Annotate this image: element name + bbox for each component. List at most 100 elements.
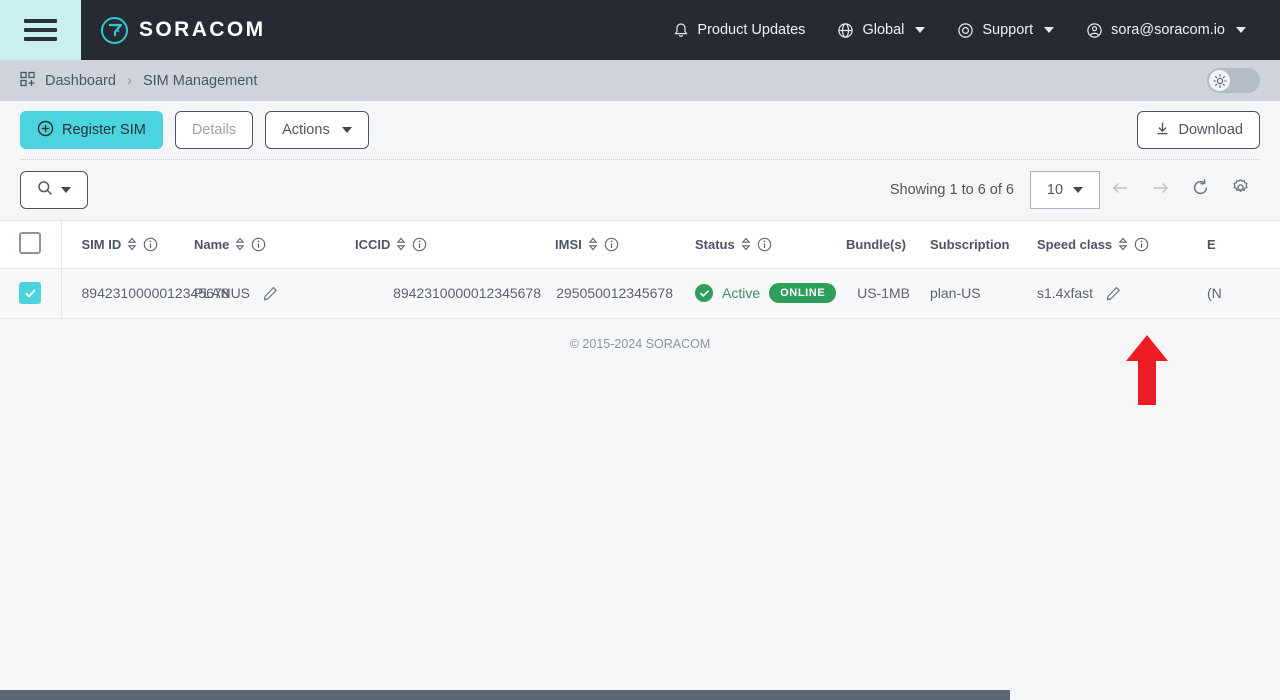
header-status-label: Status xyxy=(695,237,735,252)
details-label: Details xyxy=(192,122,236,138)
status-badge: ONLINE xyxy=(769,283,836,303)
theme-mode-toggle[interactable] xyxy=(1207,68,1260,93)
footer-copyright: © 2015-2024 SORACOM xyxy=(0,319,1280,351)
cell-imsi-value: 295050012345678 xyxy=(556,285,673,301)
cell-iccid-value: 8942310000012345678 xyxy=(393,285,541,301)
nav-user-email: sora@soracom.io xyxy=(1111,22,1225,38)
cell-status: Active ONLINE xyxy=(687,268,846,318)
cell-speed-class-value: s1.4xfast xyxy=(1037,285,1093,301)
sort-icon[interactable] xyxy=(1118,237,1128,251)
download-label: Download xyxy=(1179,122,1244,138)
edit-speed-class-pencil-icon[interactable] xyxy=(1106,286,1121,301)
header-speed-class: Speed class xyxy=(1017,221,1199,268)
header-subscription-label: Subscription xyxy=(930,237,1009,252)
header-iccid-label: ICCID xyxy=(355,237,390,252)
horizontal-scrollbar-track[interactable] xyxy=(0,690,1280,700)
sun-icon xyxy=(1209,70,1230,91)
breadcrumb-current-page: SIM Management xyxy=(143,73,257,89)
top-nav-items: Product Updates Global Support xyxy=(657,14,1280,47)
select-all-checkbox[interactable] xyxy=(19,232,41,254)
nav-product-updates[interactable]: Product Updates xyxy=(657,14,821,47)
info-icon[interactable] xyxy=(757,237,772,252)
search-filter-button[interactable] xyxy=(20,171,88,209)
register-sim-button[interactable]: Register SIM xyxy=(20,111,163,149)
chevron-down-icon xyxy=(1044,27,1054,33)
header-extra-label: E xyxy=(1207,237,1216,252)
info-icon[interactable] xyxy=(412,237,427,252)
refresh-button[interactable] xyxy=(1180,171,1220,209)
info-icon[interactable] xyxy=(143,237,158,252)
nav-global-label: Global xyxy=(862,22,904,38)
sort-icon[interactable] xyxy=(127,237,137,251)
header-imsi: IMSI xyxy=(555,221,687,268)
details-button[interactable]: Details xyxy=(175,111,253,149)
arrow-left-icon xyxy=(1111,180,1130,201)
header-name: Name xyxy=(180,221,355,268)
edit-name-pencil-icon[interactable] xyxy=(263,286,278,301)
sort-icon[interactable] xyxy=(588,237,598,251)
breadcrumb-bar: Dashboard › SIM Management xyxy=(0,60,1280,101)
download-icon xyxy=(1154,120,1171,141)
chevron-down-icon xyxy=(1236,27,1246,33)
bell-icon xyxy=(673,22,689,39)
brand-name: SORACOM xyxy=(139,18,265,42)
table-settings-button[interactable] xyxy=(1220,171,1260,209)
header-sim-id: SIM ID xyxy=(61,221,180,268)
row-select-cell xyxy=(0,268,61,318)
hamburger-menu-button[interactable] xyxy=(0,0,81,60)
search-icon xyxy=(37,180,53,201)
header-bundles-label: Bundle(s) xyxy=(846,237,906,252)
register-sim-label: Register SIM xyxy=(62,122,146,138)
info-icon[interactable] xyxy=(604,237,619,252)
sim-table-container: SIM ID Name xyxy=(0,220,1280,319)
status-label: Active xyxy=(722,285,760,301)
header-name-label: Name xyxy=(194,237,229,252)
header-sim-id-label: SIM ID xyxy=(82,237,122,252)
nav-global[interactable]: Global xyxy=(821,14,941,47)
refresh-icon xyxy=(1191,178,1210,202)
next-page-button[interactable] xyxy=(1140,171,1180,209)
cell-imsi: 295050012345678 xyxy=(555,268,687,318)
page-size-select[interactable]: 10 xyxy=(1030,171,1100,209)
sort-icon[interactable] xyxy=(741,237,751,251)
cell-extra-truncated: (N xyxy=(1199,268,1280,318)
plus-circle-icon xyxy=(37,120,54,141)
previous-page-button[interactable] xyxy=(1100,171,1140,209)
sim-management-table: SIM ID Name xyxy=(0,221,1280,319)
gear-icon xyxy=(1231,178,1250,202)
cell-subscription: plan-US xyxy=(912,268,1017,318)
header-status: Status xyxy=(687,221,846,268)
cell-speed-class: s1.4xfast xyxy=(1017,268,1199,318)
top-navigation-bar: SORACOM Product Updates Global xyxy=(0,0,1280,60)
info-icon[interactable] xyxy=(1134,237,1149,252)
actions-dropdown-button[interactable]: Actions xyxy=(265,111,369,149)
horizontal-scrollbar-thumb[interactable] xyxy=(0,690,1010,700)
arrow-right-icon xyxy=(1151,180,1170,201)
actions-label: Actions xyxy=(282,122,330,138)
chevron-down-icon xyxy=(1073,187,1083,193)
info-icon[interactable] xyxy=(251,237,266,252)
cell-name: PLANUS xyxy=(180,268,355,318)
cell-subscription-value: plan-US xyxy=(930,285,981,301)
cell-iccid: 8942310000012345678 xyxy=(355,268,555,318)
table-header-row: SIM ID Name xyxy=(0,221,1280,268)
cell-name-value: PLANUS xyxy=(194,285,250,301)
action-toolbar: Register SIM Details Actions Download xyxy=(0,101,1280,159)
chevron-down-icon xyxy=(915,27,925,33)
breadcrumb-dashboard[interactable]: Dashboard xyxy=(20,71,116,91)
row-checkbox-checked[interactable] xyxy=(19,282,41,304)
table-row[interactable]: 8942310000012345678 PLANUS 8942310000012… xyxy=(0,268,1280,318)
nav-user-account[interactable]: sora@soracom.io xyxy=(1070,14,1262,47)
brand-logo[interactable]: SORACOM xyxy=(101,17,265,44)
showing-count-text: Showing 1 to 6 of 6 xyxy=(890,182,1014,198)
main-content: Register SIM Details Actions Download xyxy=(0,101,1280,700)
chevron-down-icon xyxy=(61,187,71,193)
download-button[interactable]: Download xyxy=(1137,111,1261,149)
status-check-icon xyxy=(695,284,713,302)
nav-product-updates-label: Product Updates xyxy=(697,22,805,38)
sort-icon[interactable] xyxy=(396,237,406,251)
nav-support[interactable]: Support xyxy=(941,14,1070,47)
header-extra-truncated: E xyxy=(1199,221,1280,268)
filter-pagination-bar: Showing 1 to 6 of 6 10 xyxy=(0,160,1280,220)
sort-icon[interactable] xyxy=(235,237,245,251)
